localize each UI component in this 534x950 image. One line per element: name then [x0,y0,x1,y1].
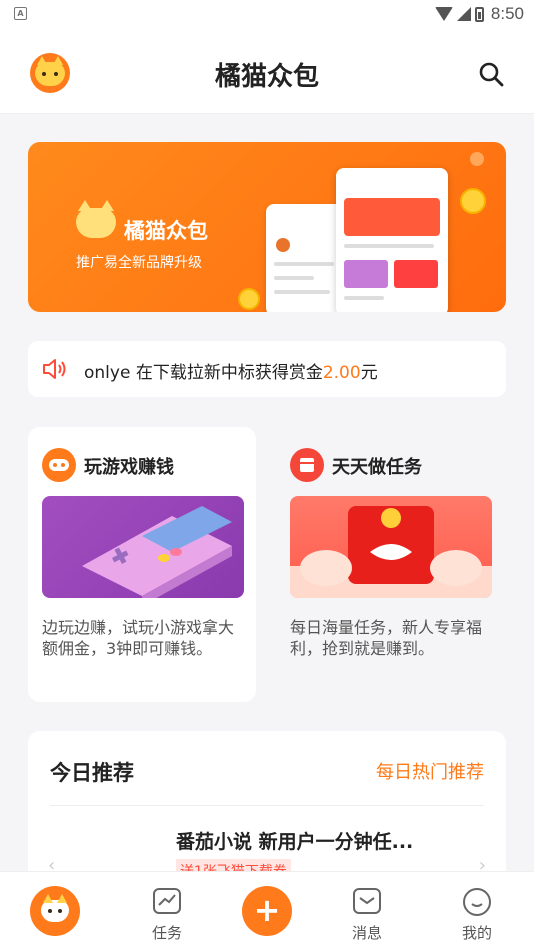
feature-card-games[interactable]: 玩游戏赚钱 边玩边赚，试玩小游戏拿大额佣金，3钟即可赚钱。 [28,427,256,702]
announcement-ticker[interactable]: onlye 在下载拉新中标获得赏金2.00元 [28,341,506,397]
red-envelope-illustration [290,496,492,598]
wifi-icon [434,7,453,21]
ticker-prefix: onlye 在下载拉新中标获得赏金 [84,363,323,383]
feature-card-tasks[interactable]: 天天做任务 每日海量任务，新人专享福利，抢到就是赚到。 [276,427,504,702]
message-icon [353,888,381,914]
tab-messages[interactable]: 消息 [322,872,412,950]
feature-description: 每日海量任务，新人专享福利，抢到就是赚到。 [290,618,483,658]
tab-label: 我的 [461,924,492,942]
coin-icon [238,288,260,310]
battery-icon [474,6,484,22]
phone-mockup-front [336,168,448,312]
clock: 8:50 [490,4,524,23]
feature-title: 玩游戏赚钱 [84,457,174,478]
bubble [470,152,484,166]
speaker-icon [43,359,66,379]
tab-task[interactable]: 任务 [122,872,212,950]
ticker-text: onlye 在下载拉新中标获得赏金2.00元 [84,358,378,383]
gameboy-illustration [42,496,244,598]
feature-title: 天天做任务 [332,457,422,478]
divider [50,805,484,806]
chart-icon [153,888,181,914]
home-cat-icon [30,886,80,936]
accessibility-icon: A [14,7,27,20]
status-icons: 8:50 [434,4,524,24]
page-title: 橘猫众包 [214,62,319,92]
banner-slogan: 推广易全新品牌升级 [76,255,202,271]
recommend-item-title[interactable]: 番茄小说 新用户一分钟任... [176,827,413,854]
tab-label: 任务 [151,924,182,942]
coin-icon [460,188,486,214]
promo-banner[interactable]: 橘猫众包 推广易全新品牌升级 [28,142,506,312]
task-box-icon [290,448,324,482]
add-icon: + [242,886,292,936]
smile-icon [463,888,491,916]
tab-label: 消息 [351,924,382,942]
ticker-amount: 2.00 [322,363,361,383]
bottom-tab-bar: 任务 + 消息 我的 [0,871,534,950]
ticker-suffix: 元 [360,363,378,383]
search-icon[interactable] [478,61,504,87]
tab-me[interactable]: 我的 [432,872,522,950]
signal-icon [456,7,471,21]
gamepad-icon [42,448,76,482]
hot-recommend-link[interactable]: 每日热门推荐 [376,758,484,784]
banner-brand: 橘猫众包 [124,219,208,243]
feature-description: 边玩边赚，试玩小游戏拿大额佣金，3钟即可赚钱。 [42,618,235,658]
status-bar: A 8:50 [0,0,534,28]
app-header: 橘猫众包 [0,28,534,114]
tab-add[interactable]: + [222,872,312,950]
section-title: 今日推荐 [50,761,134,785]
phone-mockup-back [266,204,346,312]
tab-home[interactable] [10,872,100,950]
cat-logo-icon [76,200,116,238]
